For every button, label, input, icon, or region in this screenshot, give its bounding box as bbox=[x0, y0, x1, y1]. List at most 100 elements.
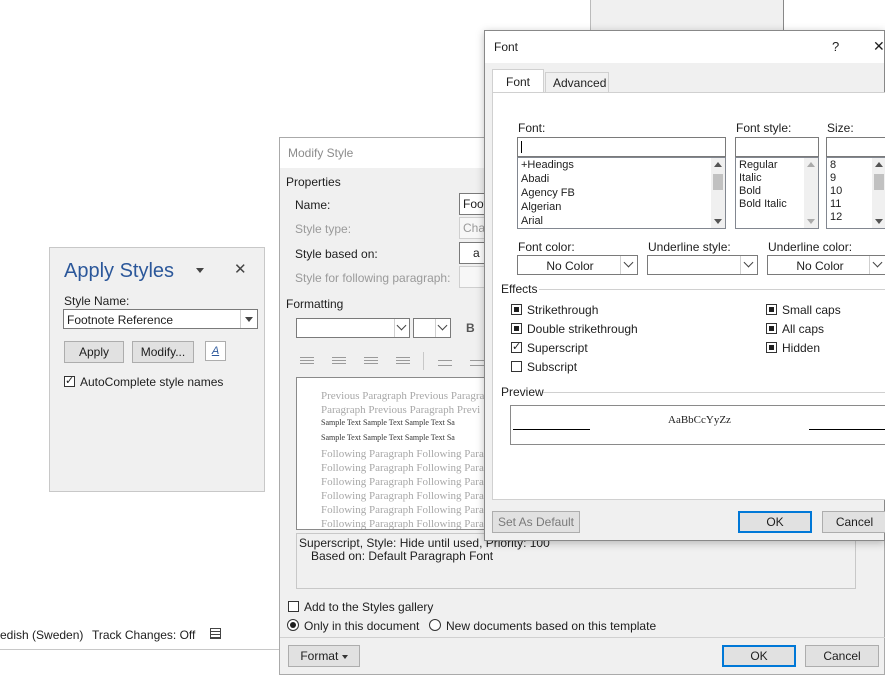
font-style-list[interactable]: Regular Italic Bold Bold Italic bbox=[735, 157, 819, 229]
name-label: Name: bbox=[295, 198, 331, 212]
hidden-checkbox[interactable] bbox=[766, 342, 777, 353]
subscript-checkbox[interactable] bbox=[511, 361, 522, 372]
preview-following-paragraph: Following Paragraph Following Para bbox=[321, 490, 484, 502]
font-size-combo[interactable] bbox=[413, 318, 451, 338]
double-strikethrough-label: Double strikethrough bbox=[527, 322, 638, 336]
hidden-label: Hidden bbox=[782, 341, 821, 355]
toolbar-divider bbox=[423, 352, 424, 370]
style-type-value: Cha bbox=[463, 221, 486, 235]
align-center-icon[interactable] bbox=[332, 357, 346, 366]
small-caps-label: Small caps bbox=[782, 303, 841, 317]
scroll-down-icon[interactable] bbox=[714, 219, 722, 224]
bold-button[interactable]: B bbox=[466, 321, 475, 335]
font-style-label: Font style: bbox=[736, 121, 792, 135]
pane-options-icon[interactable] bbox=[196, 268, 204, 273]
scroll-down-icon[interactable] bbox=[875, 219, 883, 224]
chevron-down-icon[interactable] bbox=[240, 310, 257, 328]
size-list[interactable]: 8 9 10 11 12 bbox=[826, 157, 885, 229]
preview-separator bbox=[543, 392, 885, 393]
strikethrough-checkbox[interactable] bbox=[511, 304, 522, 315]
add-to-gallery-label: Add to the Styles gallery bbox=[304, 600, 434, 614]
following-paragraph-label: Style for following paragraph: bbox=[295, 271, 451, 285]
page-layout-icon[interactable] bbox=[210, 628, 221, 639]
para-spacing-icon[interactable] bbox=[470, 360, 484, 366]
superscript-checkbox[interactable]: ✓ bbox=[511, 341, 522, 353]
preview-following-paragraph: Following Paragraph Following Para bbox=[321, 518, 484, 530]
apply-styles-pane: Apply Styles ✕ Style Name: Footnote Refe… bbox=[49, 247, 265, 492]
size-list-scrollbar[interactable] bbox=[872, 158, 885, 228]
font-list-item[interactable]: Abadi bbox=[518, 173, 725, 186]
chevron-down-icon bbox=[740, 256, 757, 274]
only-in-document-radio[interactable] bbox=[287, 619, 299, 631]
style-name-value[interactable]: Footnote Reference bbox=[67, 313, 173, 327]
new-documents-radio[interactable] bbox=[429, 619, 441, 631]
effects-label: Effects bbox=[501, 282, 538, 296]
based-on-value: a bbox=[473, 246, 480, 260]
font-list[interactable]: +Headings Abadi Agency FB Algerian Arial bbox=[517, 157, 726, 229]
font-list-item[interactable]: Agency FB bbox=[518, 187, 725, 200]
underline-color-combo[interactable]: No Color bbox=[767, 255, 885, 275]
subscript-label: Subscript bbox=[527, 360, 578, 374]
font-preview-text: AaBbCcYyZz bbox=[668, 414, 731, 426]
tab-advanced[interactable]: Advanced bbox=[545, 72, 609, 92]
track-changes-status[interactable]: Track Changes: Off bbox=[92, 628, 195, 642]
format-button[interactable]: Format bbox=[288, 645, 360, 667]
language-status[interactable]: edish (Sweden) bbox=[0, 628, 83, 642]
format-button-label: Format bbox=[300, 649, 339, 663]
font-cancel-button[interactable]: Cancel bbox=[822, 511, 885, 533]
description-line-2: Based on: Default Paragraph Font bbox=[311, 549, 494, 563]
font-style-input[interactable] bbox=[735, 137, 819, 157]
font-list-item[interactable]: Algerian bbox=[518, 201, 725, 214]
apply-button[interactable]: Apply bbox=[64, 341, 124, 363]
font-color-combo[interactable]: No Color bbox=[517, 255, 638, 275]
modify-style-title: Modify Style bbox=[288, 146, 354, 160]
superscript-label: Superscript bbox=[527, 341, 588, 355]
small-caps-checkbox[interactable] bbox=[766, 304, 777, 315]
style-preview-box: Previous Paragraph Previous Paragra Para… bbox=[296, 377, 506, 530]
align-left-icon[interactable] bbox=[300, 357, 314, 366]
chevron-down-icon bbox=[341, 654, 348, 659]
underline-style-combo[interactable] bbox=[647, 255, 758, 275]
modify-button[interactable]: Modify... bbox=[132, 341, 194, 363]
all-caps-checkbox[interactable] bbox=[766, 323, 777, 334]
tab-advanced-label: Advanced bbox=[553, 76, 607, 90]
styles-pane-icon[interactable]: A bbox=[205, 341, 226, 361]
font-list-item[interactable]: Arial bbox=[518, 215, 725, 228]
tab-font[interactable]: Font bbox=[492, 69, 544, 93]
font-name-input[interactable] bbox=[517, 137, 726, 157]
scroll-down-icon[interactable] bbox=[807, 219, 815, 224]
autocomplete-checkbox[interactable]: ✓ bbox=[64, 375, 75, 387]
line-spacing-icon[interactable] bbox=[438, 360, 452, 366]
chevron-down-icon bbox=[620, 256, 637, 274]
preview-previous-paragraph: Previous Paragraph Previous Paragra bbox=[321, 390, 485, 402]
close-icon[interactable]: ✕ bbox=[873, 38, 885, 55]
tab-font-label: Font bbox=[506, 75, 531, 89]
help-icon[interactable]: ? bbox=[832, 39, 839, 54]
underline-color-value: No Color bbox=[796, 259, 844, 273]
scroll-up-icon[interactable] bbox=[714, 162, 722, 167]
scroll-thumb[interactable] bbox=[874, 174, 884, 190]
size-input[interactable] bbox=[826, 137, 885, 157]
font-ok-button[interactable]: OK bbox=[738, 511, 812, 533]
style-name-combo[interactable]: Footnote Reference bbox=[63, 309, 258, 329]
scroll-thumb[interactable] bbox=[713, 174, 723, 190]
font-name-combo[interactable] bbox=[296, 318, 410, 338]
autocomplete-label: AutoComplete style names bbox=[80, 375, 224, 389]
add-to-gallery-checkbox[interactable] bbox=[288, 601, 299, 612]
font-list-scrollbar[interactable] bbox=[711, 158, 725, 228]
justify-icon[interactable] bbox=[396, 357, 410, 366]
double-strikethrough-checkbox[interactable] bbox=[511, 323, 522, 334]
font-style-scrollbar[interactable] bbox=[804, 158, 818, 228]
scroll-up-icon[interactable] bbox=[875, 162, 883, 167]
align-right-icon[interactable] bbox=[364, 357, 378, 366]
modify-ok-button[interactable]: OK bbox=[722, 645, 796, 667]
close-icon[interactable]: ✕ bbox=[234, 260, 247, 278]
modify-cancel-button[interactable]: Cancel bbox=[805, 645, 879, 667]
scroll-up-icon[interactable] bbox=[807, 162, 815, 167]
font-list-item[interactable]: +Headings bbox=[518, 159, 725, 172]
font-dialog: Font ? ✕ Font Advanced Font: +Headings A… bbox=[484, 30, 885, 541]
style-description: Superscript, Style: Hide until used, Pri… bbox=[296, 533, 856, 589]
apply-styles-title: Apply Styles bbox=[64, 260, 175, 282]
set-as-default-button[interactable]: Set As Default bbox=[492, 511, 580, 533]
status-bar: edish (Sweden) Track Changes: Off bbox=[0, 620, 280, 650]
